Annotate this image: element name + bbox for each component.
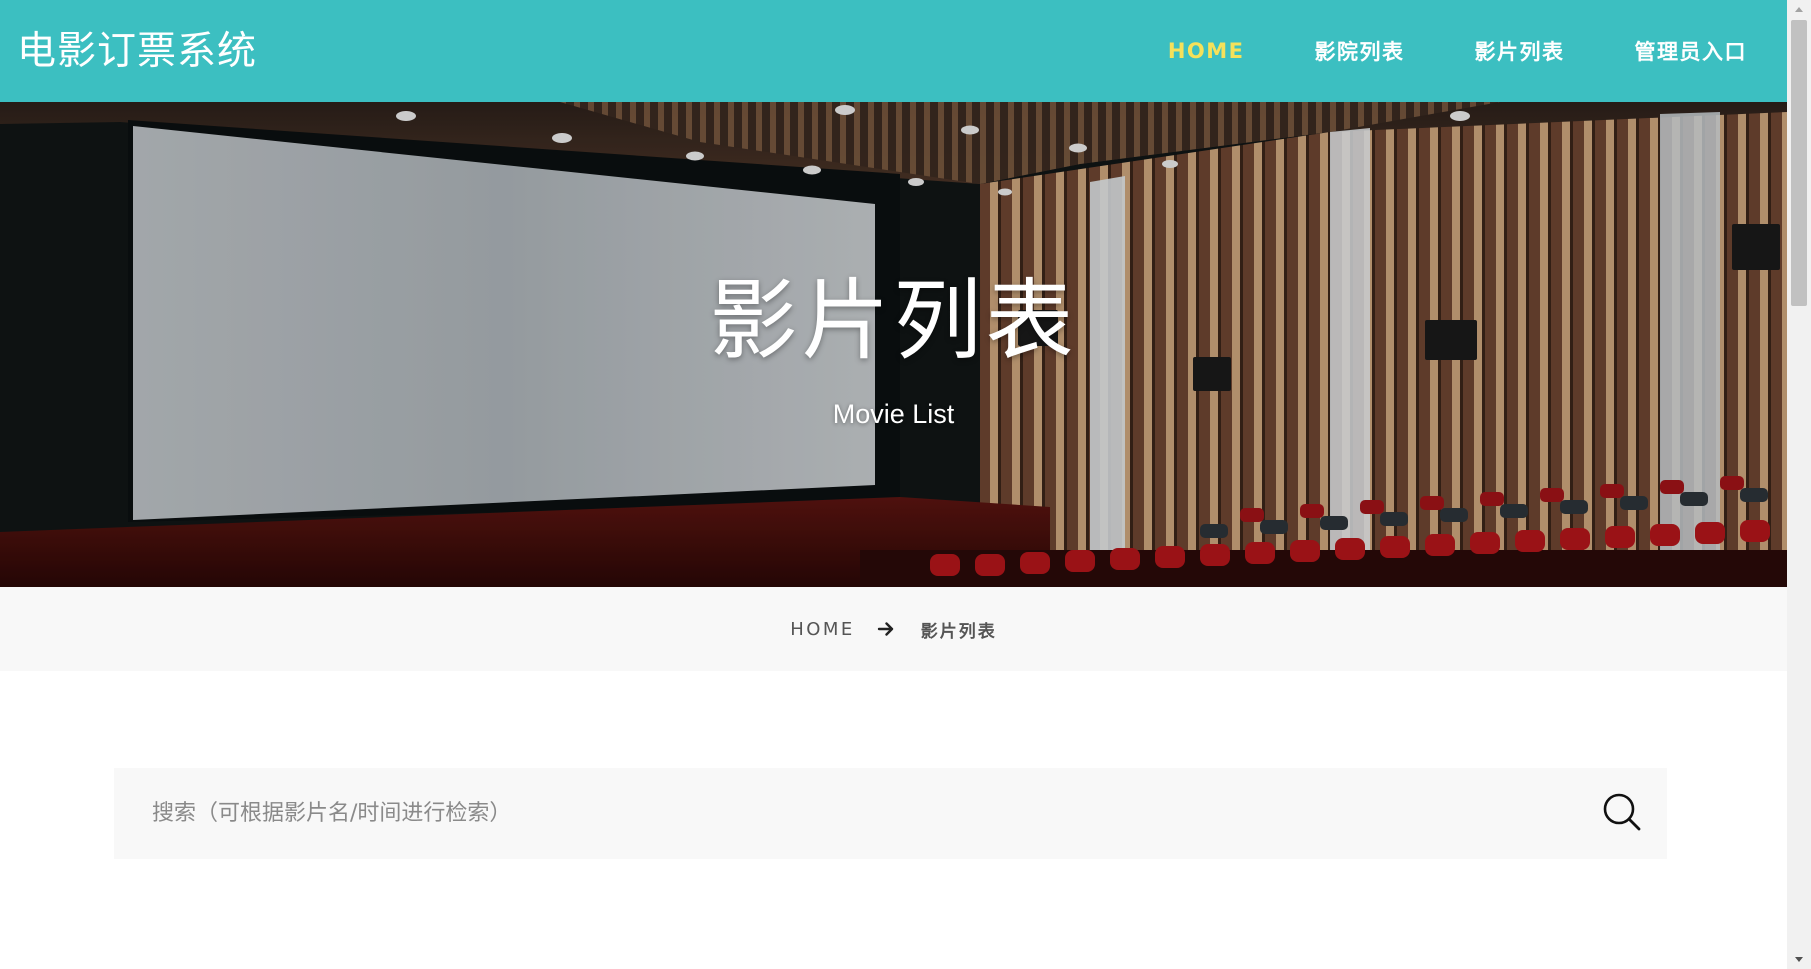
hero-banner: 影片列表 Movie List	[0, 102, 1787, 587]
scrollbar-thumb[interactable]	[1791, 20, 1807, 306]
site-logo[interactable]: 电影订票系统	[0, 32, 257, 71]
page-title: 影片列表	[709, 269, 1078, 372]
main-nav: HOME 影院列表 影片列表 管理员入口	[1098, 0, 1787, 102]
breadcrumb: HOME 影片列表	[0, 587, 1787, 671]
scroll-down-icon[interactable]	[1787, 951, 1811, 969]
nav-item-cinema-list[interactable]: 影院列表	[1315, 36, 1405, 66]
top-header: 电影订票系统 HOME 影院列表 影片列表 管理员入口	[0, 0, 1787, 102]
scroll-up-icon[interactable]	[1787, 0, 1811, 18]
search-button[interactable]	[1577, 768, 1667, 859]
breadcrumb-current: 影片列表	[920, 621, 997, 642]
arrow-right-icon	[877, 620, 895, 638]
nav-item-home[interactable]: HOME	[1168, 39, 1245, 63]
nav-item-admin[interactable]: 管理员入口	[1635, 36, 1748, 66]
search-icon	[1601, 791, 1643, 836]
page-scrollbar[interactable]	[1787, 0, 1811, 969]
page-subtitle: Movie List	[832, 399, 955, 429]
search-input[interactable]	[114, 768, 1577, 859]
search-bar	[114, 768, 1667, 859]
breadcrumb-home-link[interactable]: HOME	[790, 619, 855, 640]
nav-item-movie-list[interactable]: 影片列表	[1475, 36, 1565, 66]
